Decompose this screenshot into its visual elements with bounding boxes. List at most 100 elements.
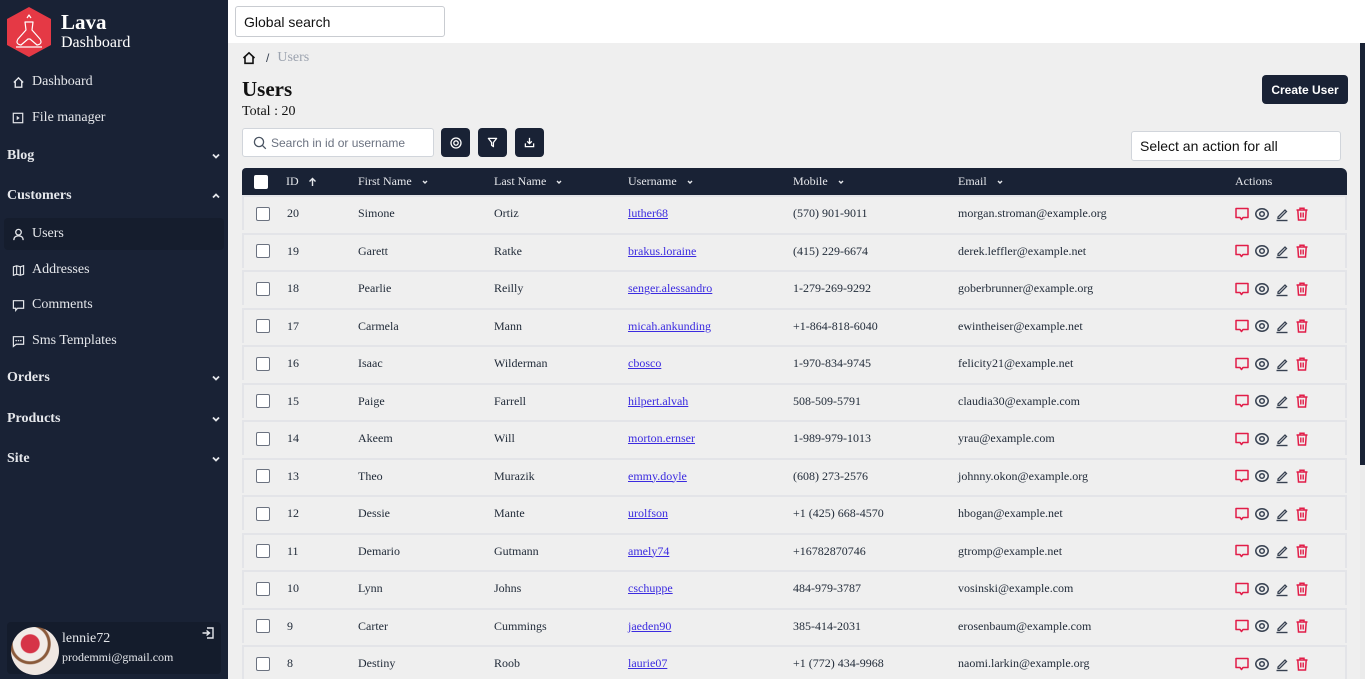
brand[interactable]: Lava Dashboard bbox=[6, 5, 130, 59]
cell-username-link[interactable]: brakus.loraine bbox=[628, 244, 696, 259]
row-checkbox[interactable] bbox=[256, 656, 270, 671]
table-search-input[interactable] bbox=[271, 135, 431, 150]
cell-username-link[interactable]: senger.alessandro bbox=[628, 281, 712, 296]
row-checkbox[interactable] bbox=[256, 544, 270, 558]
sort-icon[interactable] bbox=[837, 178, 845, 186]
delete-icon[interactable] bbox=[1294, 618, 1310, 634]
row-checkbox[interactable] bbox=[256, 619, 270, 633]
edit-icon[interactable] bbox=[1274, 318, 1290, 334]
comment-icon[interactable] bbox=[1234, 243, 1250, 259]
edit-icon[interactable] bbox=[1274, 618, 1290, 634]
cell-username-link[interactable]: laurie07 bbox=[628, 656, 667, 671]
comment-icon[interactable] bbox=[1234, 206, 1250, 222]
sidebar-section-orders[interactable]: Orders bbox=[7, 366, 221, 390]
delete-icon[interactable] bbox=[1294, 356, 1310, 372]
row-checkbox[interactable] bbox=[256, 506, 270, 521]
comment-icon[interactable] bbox=[1234, 468, 1250, 484]
sort-icon[interactable] bbox=[686, 178, 694, 186]
cell-username-link[interactable]: jaeden90 bbox=[628, 619, 671, 634]
edit-icon[interactable] bbox=[1274, 356, 1290, 372]
sidebar-section-products[interactable]: Products bbox=[7, 407, 221, 431]
view-icon[interactable] bbox=[1254, 468, 1270, 484]
view-icon[interactable] bbox=[1254, 431, 1270, 447]
view-icon[interactable] bbox=[1254, 543, 1270, 559]
delete-icon[interactable] bbox=[1294, 206, 1310, 222]
row-checkbox[interactable] bbox=[256, 431, 270, 446]
column-header-last-name[interactable]: Last Name bbox=[494, 168, 563, 195]
cell-username-link[interactable]: hilpert.alvah bbox=[628, 394, 688, 409]
cell-username-link[interactable]: morton.ernser bbox=[628, 431, 695, 446]
comment-icon[interactable] bbox=[1234, 281, 1250, 297]
delete-icon[interactable] bbox=[1294, 543, 1310, 559]
comment-icon[interactable] bbox=[1234, 318, 1250, 334]
view-icon[interactable] bbox=[1254, 356, 1270, 372]
edit-icon[interactable] bbox=[1274, 468, 1290, 484]
sort-icon[interactable] bbox=[421, 178, 429, 186]
cell-username-link[interactable]: cschuppe bbox=[628, 581, 673, 596]
sidebar-section-site[interactable]: Site bbox=[7, 447, 221, 471]
edit-icon[interactable] bbox=[1274, 506, 1290, 522]
delete-icon[interactable] bbox=[1294, 656, 1310, 672]
cell-username-link[interactable]: micah.ankunding bbox=[628, 319, 711, 334]
delete-icon[interactable] bbox=[1294, 506, 1310, 522]
comment-icon[interactable] bbox=[1234, 431, 1250, 447]
row-checkbox[interactable] bbox=[256, 281, 270, 296]
view-icon[interactable] bbox=[1254, 318, 1270, 334]
edit-icon[interactable] bbox=[1274, 581, 1290, 597]
edit-icon[interactable] bbox=[1274, 206, 1290, 222]
toggle-columns-button[interactable] bbox=[441, 128, 470, 157]
sidebar-section-customers[interactable]: Customers bbox=[7, 184, 221, 208]
sidebar-item-addresses[interactable]: Addresses bbox=[11, 257, 90, 283]
column-header-username[interactable]: Username bbox=[628, 168, 694, 195]
delete-icon[interactable] bbox=[1294, 468, 1310, 484]
avatar[interactable] bbox=[11, 627, 59, 675]
delete-icon[interactable] bbox=[1294, 281, 1310, 297]
filter-button[interactable] bbox=[478, 128, 507, 157]
row-checkbox[interactable] bbox=[256, 356, 270, 371]
delete-icon[interactable] bbox=[1294, 243, 1310, 259]
comment-icon[interactable] bbox=[1234, 543, 1250, 559]
delete-icon[interactable] bbox=[1294, 581, 1310, 597]
delete-icon[interactable] bbox=[1294, 318, 1310, 334]
view-icon[interactable] bbox=[1254, 206, 1270, 222]
delete-icon[interactable] bbox=[1294, 431, 1310, 447]
edit-icon[interactable] bbox=[1274, 393, 1290, 409]
scrollbar-thumb[interactable] bbox=[1360, 43, 1365, 465]
sidebar-section-blog[interactable]: Blog bbox=[7, 144, 221, 168]
comment-icon[interactable] bbox=[1234, 356, 1250, 372]
edit-icon[interactable] bbox=[1274, 431, 1290, 447]
home-icon[interactable] bbox=[242, 51, 256, 65]
delete-icon[interactable] bbox=[1294, 393, 1310, 409]
column-header-id[interactable]: ID bbox=[286, 168, 317, 195]
view-icon[interactable] bbox=[1254, 581, 1270, 597]
comment-icon[interactable] bbox=[1234, 581, 1250, 597]
sort-icon[interactable] bbox=[996, 178, 1004, 186]
cell-username-link[interactable]: urolfson bbox=[628, 506, 668, 521]
view-icon[interactable] bbox=[1254, 618, 1270, 634]
comment-icon[interactable] bbox=[1234, 656, 1250, 672]
row-checkbox[interactable] bbox=[256, 206, 270, 221]
sidebar-item-comments[interactable]: Comments bbox=[11, 292, 93, 318]
view-icon[interactable] bbox=[1254, 243, 1270, 259]
sort-asc-icon[interactable] bbox=[308, 177, 317, 187]
sidebar-item-dashboard[interactable]: Dashboard bbox=[11, 69, 93, 95]
row-checkbox[interactable] bbox=[256, 469, 270, 483]
view-icon[interactable] bbox=[1254, 656, 1270, 672]
cell-username-link[interactable]: emmy.doyle bbox=[628, 469, 687, 484]
edit-icon[interactable] bbox=[1274, 281, 1290, 297]
sidebar-item-users[interactable]: Users bbox=[4, 218, 224, 250]
export-button[interactable] bbox=[515, 128, 544, 157]
page-scrollbar[interactable] bbox=[1360, 43, 1365, 679]
view-icon[interactable] bbox=[1254, 281, 1270, 297]
edit-icon[interactable] bbox=[1274, 243, 1290, 259]
column-header-email[interactable]: Email bbox=[958, 168, 1004, 195]
cell-username-link[interactable]: luther68 bbox=[628, 206, 668, 221]
comment-icon[interactable] bbox=[1234, 506, 1250, 522]
sidebar-item-sms-templates[interactable]: Sms Templates bbox=[11, 328, 117, 354]
row-checkbox[interactable] bbox=[256, 319, 270, 333]
comment-icon[interactable] bbox=[1234, 393, 1250, 409]
edit-icon[interactable] bbox=[1274, 543, 1290, 559]
create-user-button[interactable]: Create User bbox=[1262, 75, 1348, 104]
row-checkbox[interactable] bbox=[256, 581, 270, 596]
view-icon[interactable] bbox=[1254, 506, 1270, 522]
